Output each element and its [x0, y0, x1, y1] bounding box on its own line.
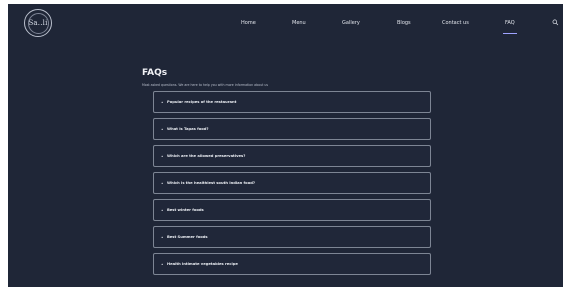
faq-question: Best winter foods [167, 208, 204, 212]
faq-bullet-icon: • [161, 262, 164, 267]
faq-question: Health intimate vegetables recipe [167, 262, 238, 266]
faq-intro-text: Most asked questions. We are here to hel… [142, 83, 269, 87]
faq-page-content: FAQs Most asked questions. We are here t… [8, 4, 563, 287]
faq-bullet-icon: • [161, 235, 164, 240]
faq-item-best-summer-foods[interactable]: • Best Summer foods [153, 226, 431, 248]
faq-question: Which are the allowed preservatives? [167, 154, 246, 158]
faq-item-popular-recipes[interactable]: • Popular recipes of the restaurant [153, 91, 431, 113]
faq-question: Best Summer foods [167, 235, 208, 239]
faq-question: Which is the healthiest south Indian foo… [167, 181, 256, 185]
faq-item-allowed-preservatives[interactable]: • Which are the allowed preservatives? [153, 145, 431, 167]
faq-item-vegetable-recipe[interactable]: • Health intimate vegetables recipe [153, 253, 431, 275]
faq-bullet-icon: • [161, 127, 164, 132]
page-frame: Sa..li Home Menu Gallery Blogs Contact u… [8, 4, 563, 287]
faq-item-best-winter-foods[interactable]: • Best winter foods [153, 199, 431, 221]
faq-question: Popular recipes of the restaurant [167, 100, 237, 104]
faq-question: What is Tapas food? [167, 127, 209, 131]
page-title: FAQs [142, 68, 168, 79]
faq-item-tapas-food[interactable]: • What is Tapas food? [153, 118, 431, 140]
faq-bullet-icon: • [161, 181, 164, 186]
faq-item-healthiest-south-indian-food[interactable]: • Which is the healthiest south Indian f… [153, 172, 431, 194]
faq-bullet-icon: • [161, 154, 164, 159]
faq-list: • Popular recipes of the restaurant • Wh… [153, 91, 431, 280]
faq-bullet-icon: • [161, 208, 164, 213]
faq-bullet-icon: • [161, 100, 164, 105]
